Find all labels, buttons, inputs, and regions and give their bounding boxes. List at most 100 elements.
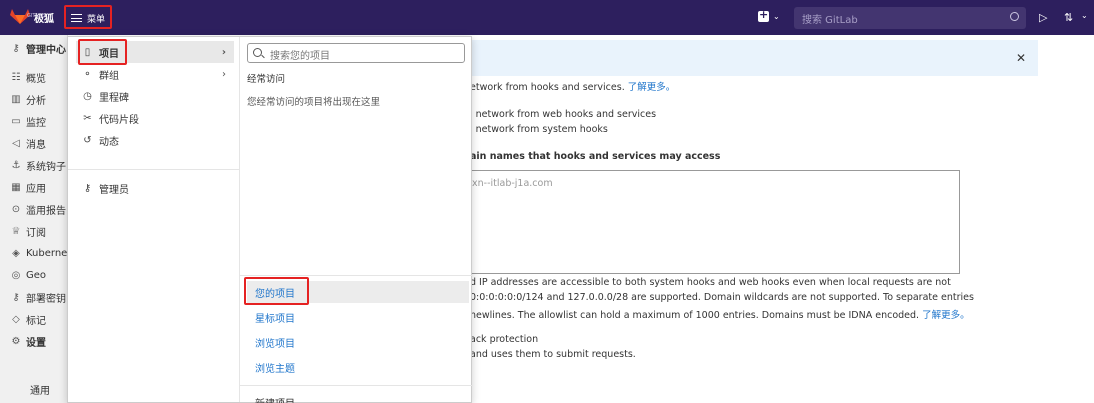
- admin-sidebar: ⚷ 管理中心 ☷ 概览 ▥ 分析 ▭ 监控 ◁ 消息 ⚓ 系统钩子 ▦ 应用 ⊙ 滥用报告 ♕ 订阅 ◈ Kube…: [0, 35, 68, 403]
- analytics-icon: ▥: [11, 93, 21, 105]
- your-projects-link[interactable]: 您的项目: [247, 281, 469, 303]
- geo-icon: ◎: [11, 269, 21, 281]
- sidebar-item-geo[interactable]: ◎ Geo: [0, 264, 68, 286]
- main-menu-dropdown: ▯ 项目 › ⚬ 群组 › ◷ 里程碑 ✂ 代码片段 ↺ 动态 ⚷ 管理员 搜索您的项目 经常访问 您…: [67, 36, 473, 403]
- project-icon: ▯: [84, 46, 91, 58]
- sidebar-item-monitor[interactable]: ▭ 监控: [0, 110, 68, 132]
- snippet-icon: ✂: [83, 112, 92, 124]
- allowlist-help-line-2: 0:0:0:0:0:0/124 and 127.0.0.0/28 are sup…: [470, 292, 974, 303]
- menu-item-activity[interactable]: ↺ 动态: [76, 129, 234, 151]
- menu-button[interactable]: 菜单: [66, 7, 110, 29]
- sidebar-item-label: 滥用报告: [26, 205, 66, 217]
- monitor-icon: ▭: [11, 115, 21, 127]
- menu-item-label: 群组: [99, 70, 119, 82]
- overview-icon: ☷: [11, 71, 21, 83]
- frequent-title: 经常访问: [247, 74, 286, 85]
- sidebar-item-deploy-key[interactable]: ⚷ 部署密钥: [0, 286, 68, 308]
- abuse-report-icon: ⊙: [11, 203, 21, 215]
- sidebar-header-label: 管理中心: [26, 44, 66, 56]
- deploy-key-icon: ⚷: [12, 291, 20, 303]
- sidebar-item-label: 监控: [26, 117, 46, 129]
- sidebar-item-label: Kubernetes: [26, 247, 68, 259]
- explore-projects-link[interactable]: 浏览项目: [247, 331, 469, 353]
- allow-system-hooks-checkbox-label[interactable]: l network from system hooks: [470, 124, 608, 135]
- submenu-divider: [240, 385, 473, 386]
- sidebar-item-settings[interactable]: ⚙ 设置: [0, 330, 68, 352]
- hook-icon: ⚓: [11, 159, 21, 171]
- sidebar-item-label: 概览: [26, 73, 46, 85]
- allowlist-placeholder: xn--itlab-j1a.com: [472, 178, 553, 189]
- group-icon: ⚬: [83, 68, 92, 80]
- sidebar-item-analytics[interactable]: ▥ 分析: [0, 88, 68, 110]
- sidebar-item-overview[interactable]: ☷ 概览: [0, 66, 68, 88]
- messages-icon: ◁: [12, 137, 20, 149]
- admin-icon: ⚷: [12, 42, 20, 54]
- milestone-icon: ◷: [83, 90, 92, 102]
- menu-categories: ▯ 项目 › ⚬ 群组 › ◷ 里程碑 ✂ 代码片段 ↺ 动态 ⚷ 管理员: [68, 37, 240, 402]
- menu-item-admin[interactable]: ⚷ 管理员: [76, 177, 234, 199]
- explore-topics-link[interactable]: 浏览主题: [247, 356, 469, 378]
- frequent-empty-text: 您经常访问的项目将出现在这里: [247, 97, 381, 108]
- sidebar-item-kubernetes[interactable]: ◈ Kubernetes: [0, 242, 68, 264]
- starred-projects-link[interactable]: 星标项目: [247, 306, 469, 328]
- dns-rebinding-label[interactable]: ack protection: [470, 334, 538, 345]
- menu-item-group[interactable]: ⚬ 群组 ›: [76, 63, 234, 85]
- admin-icon: ⚷: [83, 182, 92, 194]
- sidebar-item-label[interactable]: ◇ 标记: [0, 308, 68, 330]
- logo-subtext: GITLAB: [27, 13, 46, 19]
- new-dropdown-button[interactable]: ⌄: [758, 8, 780, 22]
- project-search-placeholder: 搜索您的项目: [270, 51, 330, 62]
- sidebar-item-label: 标记: [26, 315, 46, 327]
- menu-label: 菜单: [87, 14, 106, 25]
- allow-web-hooks-checkbox-label[interactable]: l network from web hooks and services: [470, 109, 656, 120]
- search-input[interactable]: 搜索 GitLab: [794, 7, 1026, 29]
- sidebar-item-label: 订阅: [26, 227, 46, 239]
- allowlist-help-text: newlines. The allowlist can hold a maxim…: [470, 310, 923, 321]
- chevron-right-icon: ›: [221, 46, 226, 58]
- sidebar-item-label: 分析: [26, 95, 46, 107]
- sidebar-item-label: 设置: [26, 337, 46, 349]
- sidebar-subitem-label: 通用: [30, 385, 50, 397]
- activity-icon: ↺: [83, 134, 92, 146]
- new-project-link[interactable]: 新建项目: [247, 391, 469, 403]
- sidebar-item-messages[interactable]: ◁ 消息: [0, 132, 68, 154]
- chevron-right-icon: ›: [222, 68, 226, 80]
- sidebar-item-label: Geo: [26, 269, 47, 281]
- project-search-input[interactable]: 搜索您的项目: [247, 43, 465, 63]
- menu-item-snippet[interactable]: ✂ 代码片段: [76, 107, 234, 129]
- menu-item-label: 代码片段: [99, 114, 139, 126]
- info-banner: [470, 40, 1038, 76]
- menu-item-milestone[interactable]: ◷ 里程碑: [76, 85, 234, 107]
- sidebar-item-applications[interactable]: ▦ 应用: [0, 176, 68, 198]
- merge-requests-icon[interactable]: ⇅: [1064, 11, 1073, 24]
- plus-square-icon: [758, 8, 769, 22]
- menu-item-label: 动态: [99, 136, 119, 148]
- sidebar-item-subscription[interactable]: ♕ 订阅: [0, 220, 68, 242]
- applications-icon: ▦: [11, 181, 21, 193]
- search-placeholder: 搜索 GitLab: [802, 15, 858, 26]
- learn-more-link[interactable]: 了解更多。: [628, 82, 676, 93]
- sidebar-item-label: 消息: [26, 139, 46, 151]
- menu-item-label: 里程碑: [99, 92, 129, 104]
- learn-more-link[interactable]: 了解更多。: [922, 310, 970, 321]
- issues-icon[interactable]: ▷: [1039, 11, 1047, 24]
- sidebar-item-label: 应用: [26, 183, 46, 195]
- menu-item-project[interactable]: ▯ 项目 ›: [76, 41, 234, 63]
- menu-item-label: 管理员: [99, 184, 129, 196]
- search-icon: [1010, 12, 1019, 21]
- label-icon: ◇: [12, 313, 20, 325]
- projects-submenu: 搜索您的项目 经常访问 您经常访问的项目将出现在这里 您的项目星标项目浏览项目浏…: [240, 37, 473, 403]
- sidebar-header[interactable]: ⚷ 管理中心: [0, 37, 68, 59]
- sidebar-item-hook[interactable]: ⚓ 系统钩子: [0, 154, 68, 176]
- allowlist-help-line-3: newlines. The allowlist can hold a maxim…: [470, 307, 970, 321]
- allowlist-textarea[interactable]: xn--itlab-j1a.com: [470, 170, 960, 274]
- close-icon[interactable]: ✕: [1016, 51, 1026, 65]
- subscription-icon: ♕: [11, 225, 21, 237]
- chevron-down-icon: ⌄: [773, 12, 780, 21]
- menu-divider: [68, 169, 240, 170]
- sidebar-subitem-general[interactable]: 通用: [0, 378, 68, 400]
- sidebar-item-label: 系统钩子: [26, 161, 66, 173]
- chevron-down-icon[interactable]: ⌄: [1081, 11, 1088, 20]
- sidebar-item-abuse-report[interactable]: ⊙ 滥用报告: [0, 198, 68, 220]
- allowlist-help-line-1: d IP addresses are accessible to both sy…: [470, 277, 951, 288]
